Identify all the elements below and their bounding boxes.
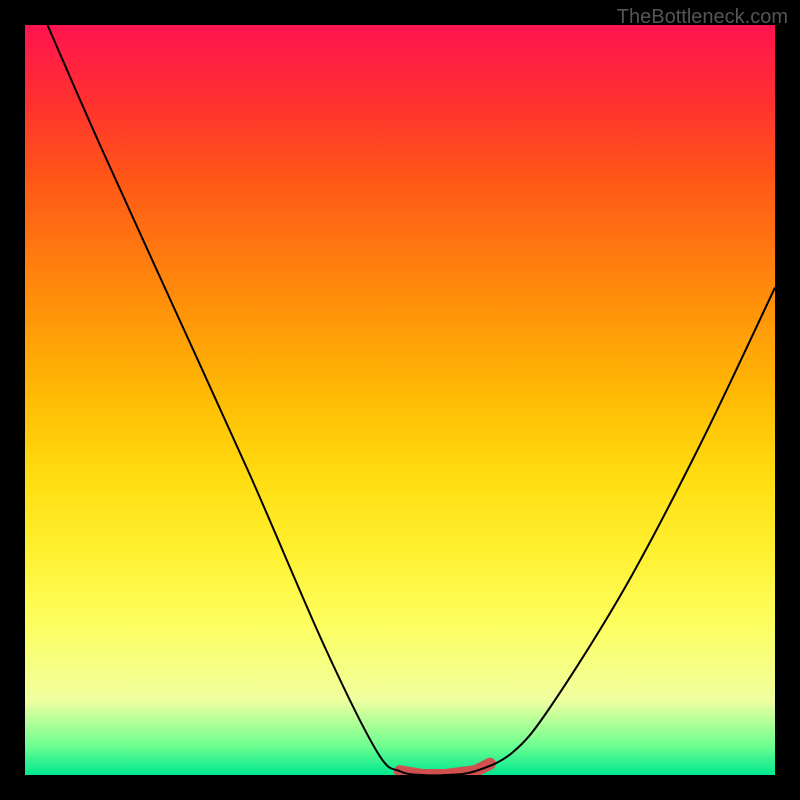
chart-container: TheBottleneck.com xyxy=(0,0,800,800)
bottleneck-curve xyxy=(48,25,776,775)
plot-area xyxy=(25,25,775,775)
curve-svg xyxy=(25,25,775,775)
watermark-text: TheBottleneck.com xyxy=(617,6,788,29)
highlight-segment xyxy=(400,764,490,775)
